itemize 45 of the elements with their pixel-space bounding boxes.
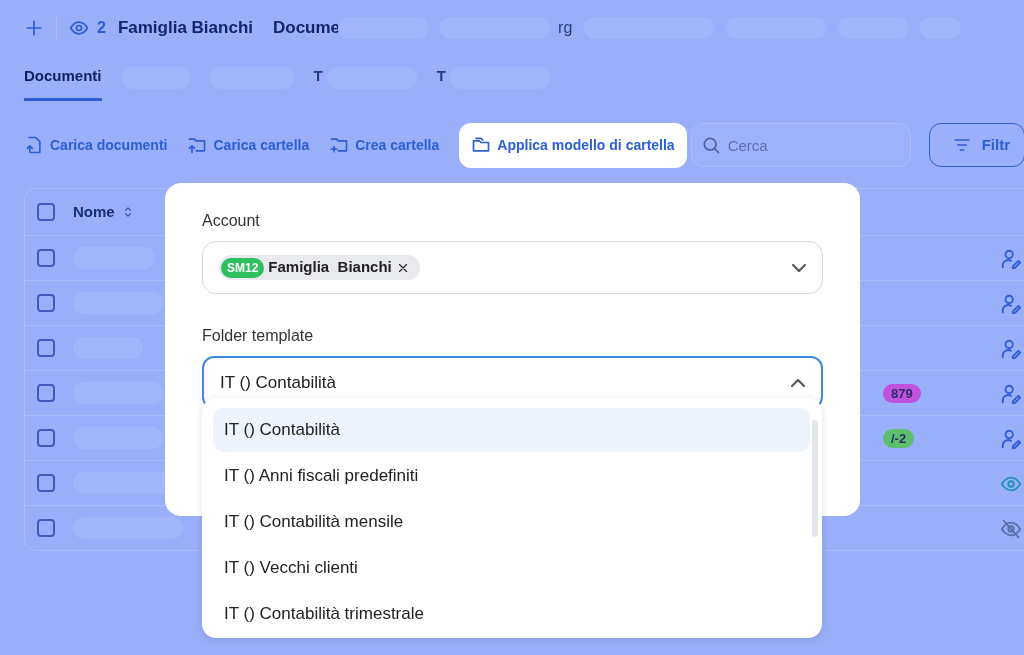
dropdown-option[interactable]: IT () Anni fiscali predefiniti: [213, 454, 810, 498]
user-edit-icon[interactable]: [1000, 292, 1022, 315]
chevron-up-icon: [791, 378, 805, 387]
user-edit-icon[interactable]: [1000, 247, 1022, 270]
template-icon: [471, 135, 492, 155]
search-field[interactable]: Cerca: [690, 123, 911, 167]
checkbox[interactable]: [37, 519, 55, 537]
checkbox[interactable]: [37, 474, 55, 492]
user-edit-icon[interactable]: [1000, 427, 1022, 450]
dropdown-option[interactable]: IT () Contabilità trimestrale: [213, 592, 810, 636]
checkbox[interactable]: [37, 429, 55, 447]
scrollbar[interactable]: [812, 420, 818, 537]
checkbox[interactable]: [37, 294, 55, 312]
eye-off-icon[interactable]: [1000, 517, 1022, 540]
account-code: SM12: [221, 257, 265, 278]
eye-icon: [69, 18, 89, 38]
field-label: Account: [202, 211, 261, 231]
dropdown-option[interactable]: IT () Contabilità mensile: [213, 500, 810, 544]
partial-text: rg: [558, 18, 573, 38]
tag: 879: [883, 384, 921, 403]
chip-label: Famiglia Bianchi: [268, 257, 392, 278]
checkbox[interactable]: [37, 249, 55, 267]
toolbar-button[interactable]: Applica modello di cartella: [459, 122, 687, 168]
create-folder-icon: [329, 135, 350, 155]
upload-file-icon: [24, 135, 44, 155]
checkbox[interactable]: [37, 203, 55, 221]
checkbox[interactable]: [37, 339, 55, 357]
account-name: Famiglia Bianchi: [117, 17, 253, 40]
account-select[interactable]: SM12 Famiglia Bianchi: [202, 241, 823, 294]
upload-folder-icon: [187, 135, 208, 155]
user-edit-icon[interactable]: [1000, 382, 1022, 405]
breadcrumb-text: Docume: [273, 17, 341, 40]
dropdown-option[interactable]: IT () Contabilità: [213, 408, 810, 452]
column-header[interactable]: Nome: [73, 200, 135, 224]
user-edit-icon[interactable]: [1000, 337, 1022, 360]
checkbox[interactable]: [37, 384, 55, 402]
field-label: Folder template: [202, 326, 315, 346]
tab[interactable]: T: [313, 55, 323, 101]
add-icon[interactable]: [24, 18, 44, 38]
chevron-down-icon: [792, 263, 806, 272]
tag: /-2: [883, 429, 915, 448]
viewer-count: 2: [97, 18, 106, 38]
tab[interactable]: T: [436, 55, 446, 101]
dropdown-option[interactable]: IT () Vecchi clienti: [213, 546, 810, 590]
tab[interactable]: Documenti: [24, 55, 102, 101]
